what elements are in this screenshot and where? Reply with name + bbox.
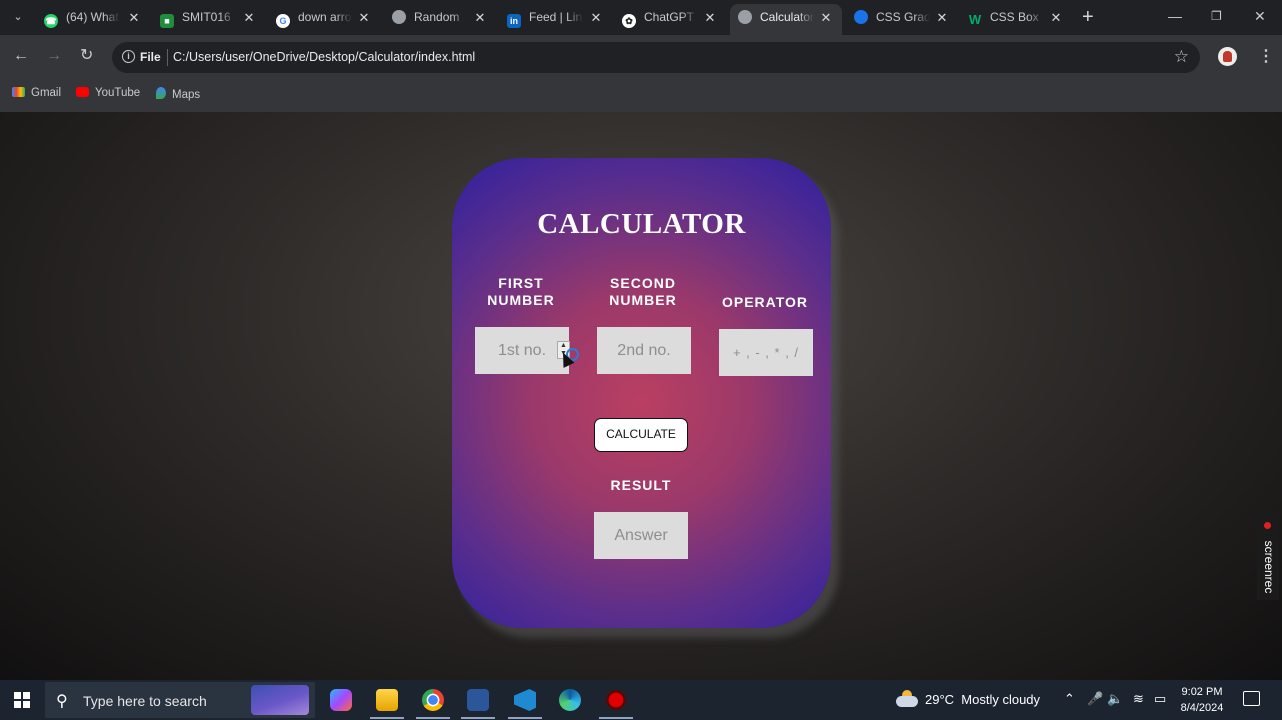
tab-smit016[interactable]: ■ SMIT016 ✕ — [160, 6, 257, 29]
w3schools-icon: W — [968, 12, 982, 27]
whatsapp-icon: ☎ — [44, 14, 58, 28]
clock-time: 9:02 PM — [1181, 686, 1223, 698]
tab-linkedin[interactable]: inFeed | LinkedIn ✕ — [507, 6, 604, 29]
calculator-title: CALCULATOR — [537, 208, 746, 240]
windows-taskbar: ⚲ Type here to search 29°C Mostly cloudy… — [0, 680, 1282, 720]
show-hidden-icons-icon[interactable]: ⌃ — [1064, 691, 1075, 707]
weather-temperature: 29°C — [925, 692, 955, 707]
screenrec-widget[interactable]: screenrec — [1257, 512, 1279, 600]
forward-icon[interactable]: → — [46, 47, 62, 65]
wifi-icon[interactable]: ≋ — [1133, 691, 1144, 707]
tab-close-icon[interactable]: ✕ — [356, 6, 372, 29]
menu-icon[interactable]: ⋮ — [1258, 46, 1274, 66]
first-number-input[interactable]: 1st no. ▲ ▼ — [475, 327, 579, 374]
screenrec-label: screenrec — [1262, 540, 1276, 594]
calculator-card: CALCULATOR FIRST NUMBER SECOND NUMBER OP… — [452, 158, 831, 628]
file-explorer-icon[interactable] — [376, 689, 398, 711]
microphone-icon[interactable]: 🎤 — [1087, 691, 1103, 707]
tab-down-arrow[interactable]: Gdown arrow ✕ — [276, 6, 372, 29]
vscode-icon[interactable] — [514, 689, 536, 711]
address-bar[interactable]: i File C:/Users/user/OneDrive/Desktop/Ca… — [112, 42, 1200, 73]
search-highlight-image — [251, 685, 309, 715]
second-number-label: SECOND NUMBER — [609, 275, 677, 308]
first-number-label: FIRST NUMBER — [487, 275, 555, 308]
tab-close-icon[interactable]: ✕ — [241, 6, 257, 29]
cloudy-weather-icon[interactable] — [896, 688, 918, 708]
taskbar-indicator — [508, 717, 542, 719]
bookmark-maps[interactable]: Maps — [156, 87, 200, 101]
classroom-icon: ■ — [160, 14, 174, 28]
tab-strip: ⌄ ☎(64) WhatsApp ✕ ■SMIT016 ✕ Gdown arro… — [0, 0, 1282, 35]
operator-input[interactable]: + , - , * , / — [719, 329, 813, 376]
taskbar-indicator — [370, 717, 404, 719]
profile-avatar[interactable] — [1218, 47, 1237, 66]
bookmark-star-icon[interactable]: ☆ — [1174, 47, 1189, 67]
volume-icon[interactable]: 🔈 — [1107, 691, 1123, 707]
tab-close-icon[interactable]: ✕ — [818, 4, 834, 31]
css-gradient-icon — [854, 10, 868, 24]
word-icon[interactable] — [467, 689, 489, 711]
tab-close-icon[interactable]: ✕ — [1048, 6, 1064, 29]
answer-field[interactable]: Answer — [594, 512, 688, 559]
globe-icon — [392, 10, 406, 24]
chatgpt-icon: ✿ — [622, 14, 636, 28]
gmail-icon — [12, 87, 25, 97]
tab-whatsapp[interactable]: ☎(64) WhatsApp ✕ — [44, 6, 142, 29]
screen-recorder-icon[interactable] — [605, 689, 627, 711]
taskbar-search-box[interactable]: ⚲ Type here to search — [45, 682, 315, 718]
address-scheme-label: File — [140, 50, 161, 64]
tab-chatgpt[interactable]: ✿ ChatGPT ✕ — [622, 6, 718, 29]
linkedin-icon: in — [507, 14, 521, 28]
taskbar-indicator — [599, 717, 633, 719]
clock-date: 8/4/2024 — [1180, 702, 1224, 714]
tab-close-icon[interactable]: ✕ — [934, 6, 950, 29]
back-icon[interactable]: ← — [13, 47, 29, 65]
restore-icon[interactable]: ❐ — [1211, 9, 1222, 23]
tab-close-icon[interactable]: ✕ — [472, 6, 488, 29]
weather-description: Mostly cloudy — [961, 692, 1041, 707]
bookmarks-bar: Gmail YouTube Maps — [0, 79, 1282, 113]
tab-random[interactable]: Random ✕ — [392, 6, 488, 29]
copilot-icon[interactable] — [330, 689, 352, 711]
minimize-icon[interactable]: — — [1168, 8, 1182, 24]
system-clock[interactable]: 9:02 PM 8/4/2024 — [1172, 684, 1232, 716]
browser-toolbar: ← → ↻ i File C:/Users/user/OneDrive/Desk… — [0, 35, 1282, 79]
youtube-icon — [76, 87, 89, 97]
weather-widget[interactable]: 29°C Mostly cloudy — [925, 692, 1040, 707]
tab-close-icon[interactable]: ✕ — [702, 6, 718, 29]
taskbar-search-placeholder: Type here to search — [83, 693, 207, 709]
close-window-icon[interactable]: ✕ — [1254, 8, 1266, 25]
tab-close-icon[interactable]: ✕ — [126, 6, 142, 29]
taskbar-indicator — [416, 717, 450, 719]
site-info-icon[interactable]: i — [122, 50, 135, 63]
tab-calculator[interactable]: Calculator ✕ — [730, 4, 842, 35]
battery-icon[interactable]: ▭ — [1154, 691, 1166, 707]
bookmark-youtube[interactable]: YouTube — [76, 87, 140, 99]
address-separator — [167, 49, 168, 66]
tab-css-box-shadow[interactable]: WCSS Box Shadow ✕ — [968, 6, 1064, 29]
globe-icon — [738, 10, 752, 24]
record-dot-icon — [1264, 522, 1271, 529]
taskbar-indicator — [461, 717, 495, 719]
new-tab-icon[interactable]: + — [1082, 6, 1094, 28]
chrome-icon[interactable] — [422, 689, 444, 711]
reload-icon[interactable]: ↻ — [80, 47, 93, 65]
calculate-button[interactable]: CALCULATE — [594, 418, 688, 452]
bookmark-gmail[interactable]: Gmail — [12, 87, 61, 99]
address-url[interactable]: C:/Users/user/OneDrive/Desktop/Calculato… — [173, 50, 475, 64]
windows-start-icon[interactable] — [14, 692, 30, 708]
tab-search-chevron-icon[interactable]: ⌄ — [8, 7, 28, 27]
google-icon: G — [276, 14, 290, 28]
page-viewport: CALCULATOR FIRST NUMBER SECOND NUMBER OP… — [0, 112, 1282, 680]
second-number-input[interactable]: 2nd no. — [597, 327, 691, 374]
edge-icon[interactable] — [559, 689, 581, 711]
tab-close-icon[interactable]: ✕ — [588, 6, 604, 29]
operator-label: OPERATOR — [721, 294, 809, 310]
tab-css-gradient[interactable]: CSS Gradient ✕ — [854, 6, 950, 29]
result-label: RESULT — [610, 477, 672, 493]
notifications-icon[interactable] — [1243, 691, 1260, 706]
maps-icon — [156, 87, 166, 99]
search-icon: ⚲ — [56, 693, 68, 710]
